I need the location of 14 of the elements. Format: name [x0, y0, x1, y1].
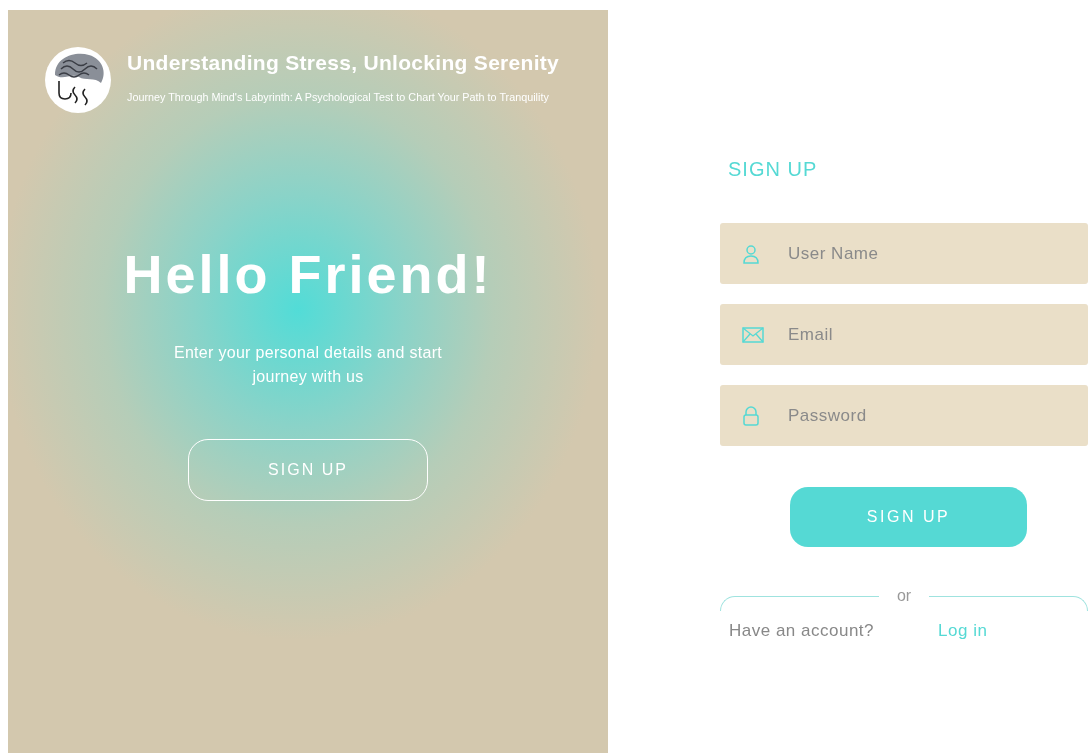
brain-logo-icon [45, 47, 111, 113]
input-field[interactable]: Email [720, 304, 1088, 365]
site-title: Understanding Stress, Unlocking Serenity [127, 51, 560, 75]
sign-up-button[interactable]: SIGN UP [790, 487, 1027, 547]
site-tagline: Journey Through Mind's Labyrinth: A Psychological Test to Chart Your Path to Tranquility [127, 91, 550, 103]
divider-text: or [895, 587, 913, 605]
welcome-heading: Hello Friend! [123, 243, 493, 305]
welcome-text: Enter your personal details and start journey with us [172, 343, 444, 387]
input-field[interactable]: Password [720, 385, 1088, 446]
log-in-link[interactable]: Log in [938, 621, 988, 641]
input-field[interactable]: User Name [720, 223, 1088, 284]
form-title: SIGN UP [728, 158, 819, 181]
sign-up-button[interactable]: SIGN UP [188, 439, 428, 501]
account-prompt: Have an account? [729, 621, 875, 641]
